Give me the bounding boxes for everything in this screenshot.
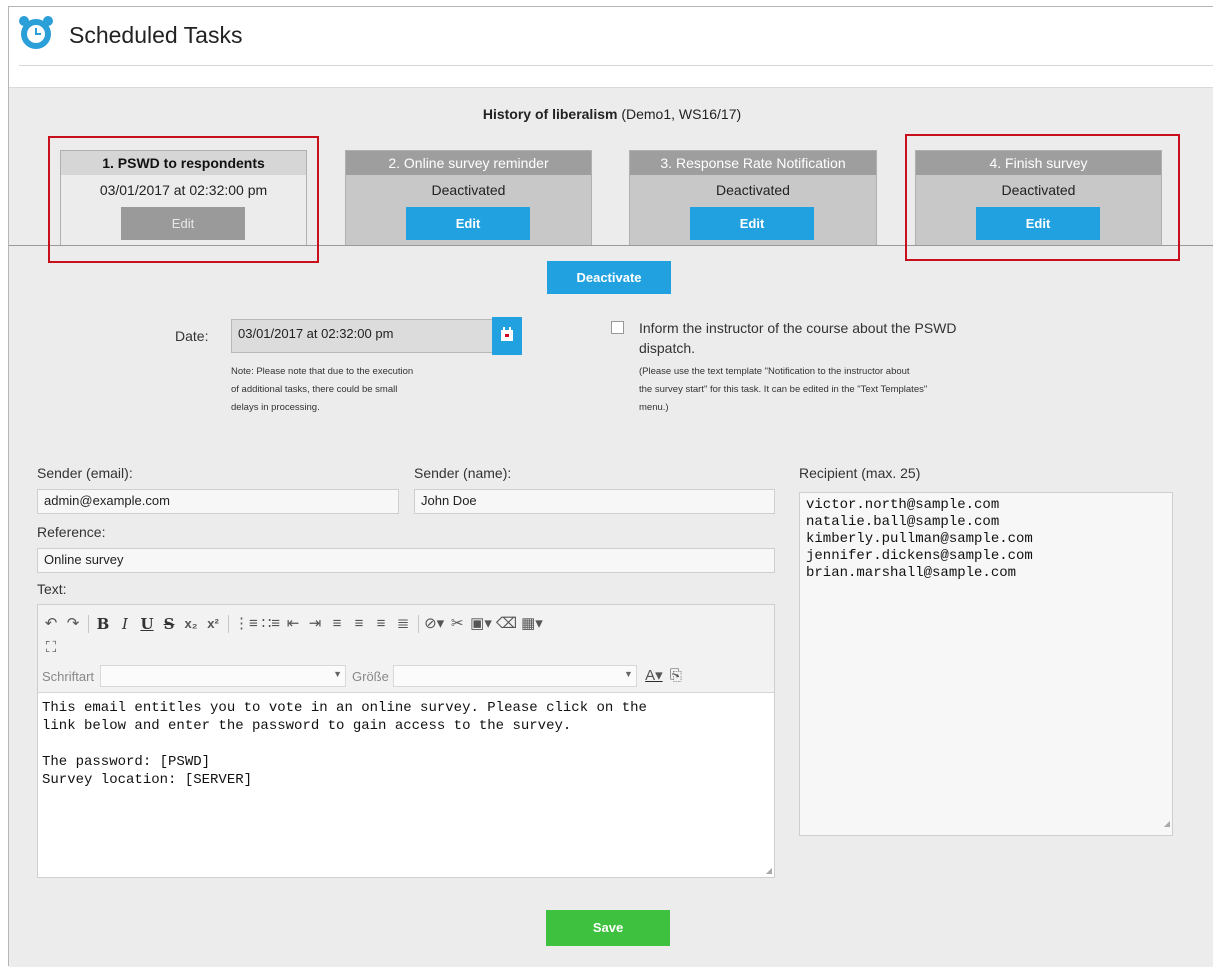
calendar-button[interactable] [492, 317, 522, 355]
tab-label: 3. Response Rate Notification [630, 151, 876, 175]
reference-field[interactable]: Online survey [37, 548, 775, 573]
note-line: Note: Please note that due to the execut… [231, 366, 414, 377]
tab-online-survey-reminder[interactable]: 2. Online survey reminder Deactivated Ed… [345, 150, 592, 246]
indent-icon[interactable]: ⇥ [306, 614, 324, 634]
app-window: Scheduled Tasks History of liberalism (D… [8, 6, 1213, 967]
page-header: Scheduled Tasks [9, 7, 1213, 87]
header-divider [19, 65, 1213, 66]
font-select[interactable]: ▼ [100, 665, 347, 687]
bold-icon[interactable]: B [94, 614, 112, 634]
align-center-icon[interactable]: ≡ [350, 614, 368, 634]
sender-name-label: Sender (name): [414, 465, 512, 481]
tab-label: 2. Online survey reminder [346, 151, 591, 175]
label-line: dispatch. [639, 340, 696, 356]
recipients-label: Recipient (max. 25) [799, 465, 921, 481]
bullet-list-icon[interactable]: ∷≡ [262, 614, 280, 634]
subscript-icon[interactable]: x₂ [182, 614, 200, 634]
fullscreen-icon[interactable]: ⛶ [42, 638, 60, 658]
size-select[interactable]: ▼ [392, 665, 637, 687]
highlight-box [905, 134, 1180, 261]
recipient-item: kimberly.pullman@sample.com [806, 531, 1033, 547]
text-editor[interactable]: ↶ ↷ B I U S x₂ x² ⋮≡ ∷≡ ⇤ ⇥ ≡ ≡ ≡ ≣ ⊘▾ ✂… [37, 604, 775, 878]
save-button[interactable]: Save [546, 910, 670, 946]
eraser-icon[interactable]: ⌫ [496, 614, 517, 634]
edit-button[interactable]: Edit [690, 207, 814, 240]
label-line: Inform the instructor of the course abou… [639, 320, 957, 336]
undo-icon[interactable]: ↶ [42, 614, 60, 634]
inform-note: (Please use the text template "Notificat… [639, 363, 927, 417]
table-icon[interactable]: ▦▾ [521, 614, 543, 634]
deactivate-button[interactable]: Deactivate [547, 261, 671, 294]
inform-instructor-label: Inform the instructor of the course abou… [639, 318, 956, 358]
numbered-list-icon[interactable]: ⋮≡ [234, 614, 258, 634]
sender-email-label: Sender (email): [37, 465, 133, 481]
resize-handle-icon[interactable]: ◢ [766, 866, 772, 875]
outdent-icon[interactable]: ⇤ [284, 614, 302, 634]
course-details: (Demo1, WS16/17) [621, 106, 742, 122]
font-color-icon[interactable]: A▾ [645, 666, 663, 686]
underline-icon[interactable]: U [138, 614, 156, 634]
date-label: Date: [175, 328, 209, 344]
calendar-icon [501, 327, 513, 341]
image-icon[interactable]: ▣▾ [470, 614, 492, 634]
link-icon[interactable]: ⊘▾ [424, 614, 444, 634]
reference-label: Reference: [37, 524, 106, 540]
note-line: delays in processing. [231, 402, 320, 413]
align-justify-icon[interactable]: ≣ [394, 614, 412, 634]
superscript-icon[interactable]: x² [204, 614, 222, 634]
note-line: of additional tasks, there could be smal… [231, 384, 398, 395]
sender-email-field[interactable]: admin@example.com [37, 489, 399, 514]
inform-instructor-checkbox[interactable] [611, 321, 624, 334]
alarm-clock-icon [19, 16, 53, 49]
note-line: the survey start" for this task. It can … [639, 384, 928, 395]
note-line: (Please use the text template "Notificat… [639, 366, 910, 377]
task-panel: History of liberalism (Demo1, WS16/17) 1… [9, 87, 1213, 967]
text-label: Text: [37, 581, 67, 597]
date-field[interactable]: 03/01/2017 at 02:32:00 pm [231, 319, 493, 353]
tab-status: Deactivated [716, 182, 790, 198]
recipient-item: brian.marshall@sample.com [806, 565, 1017, 581]
unlink-icon[interactable]: ✂ [448, 614, 466, 634]
align-left-icon[interactable]: ≡ [328, 614, 346, 634]
italic-icon[interactable]: I [116, 614, 134, 634]
note-line: menu.) [639, 402, 669, 413]
editor-toolbar: ↶ ↷ B I U S x₂ x² ⋮≡ ∷≡ ⇤ ⇥ ≡ ≡ ≡ ≣ ⊘▾ ✂… [38, 605, 774, 693]
date-note: Note: Please note that due to the execut… [231, 363, 413, 417]
resize-handle-icon[interactable]: ◢ [1164, 816, 1170, 833]
page-title: Scheduled Tasks [69, 22, 243, 48]
align-right-icon[interactable]: ≡ [372, 614, 390, 634]
recipient-item: jennifer.dickens@sample.com [806, 548, 1033, 564]
email-body-text[interactable]: This email entitles you to vote in an on… [42, 699, 647, 789]
source-icon[interactable]: ⎘ [667, 666, 685, 686]
recipient-item: natalie.ball@sample.com [806, 514, 1000, 530]
redo-icon[interactable]: ↷ [64, 614, 82, 634]
sender-name-field[interactable]: John Doe [414, 489, 775, 514]
recipients-textarea[interactable]: victor.north@sample.com natalie.ball@sam… [799, 492, 1173, 836]
recipient-item: victor.north@sample.com [806, 497, 1000, 513]
tab-response-rate-notification[interactable]: 3. Response Rate Notification Deactivate… [629, 150, 877, 246]
course-name: History of liberalism [482, 106, 618, 122]
tab-status: Deactivated [431, 182, 506, 198]
course-title: History of liberalism (Demo1, WS16/17) [9, 106, 1213, 122]
size-label: Größe [352, 668, 389, 684]
edit-button[interactable]: Edit [406, 207, 530, 240]
strikethrough-icon[interactable]: S [160, 614, 178, 634]
highlight-box [48, 136, 319, 263]
font-label: Schriftart [42, 668, 95, 684]
